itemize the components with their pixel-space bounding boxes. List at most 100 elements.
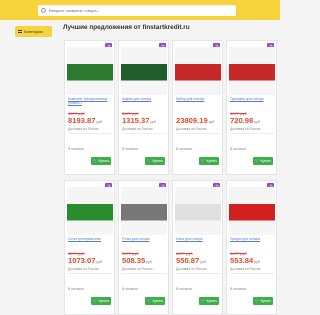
currency-label: руб (208, 120, 215, 124)
delivery-note: Доставка по России (230, 127, 261, 131)
buy-label: Купить (152, 299, 164, 303)
price-value: 553.84 (230, 256, 254, 265)
cart-icon: 🛒 (92, 158, 98, 163)
buy-button[interactable]: 🛒 Купить (91, 157, 111, 165)
product-name[interactable]: Сетка тренировочная (68, 237, 114, 242)
product-image[interactable] (229, 187, 275, 235)
product-card[interactable]: -% Комплект тренировочный (бизнес-) 3677… (64, 40, 115, 175)
search-box[interactable] (38, 5, 236, 16)
buy-button[interactable]: 🛒 Купить (199, 157, 219, 165)
product-name[interactable]: Коврик для гольфа (122, 97, 168, 102)
currency-label: руб (96, 120, 102, 124)
product-card[interactable]: -% Ручка для гольфа 3677 руб 508.35руб Д… (118, 180, 169, 315)
currency-label: руб (146, 260, 152, 264)
price-value: 720.98 (230, 116, 254, 125)
availability: В наличии (68, 287, 84, 291)
availability: В наличии (230, 287, 246, 291)
price-value: 508.35 (122, 256, 146, 265)
cart-icon: 🛒 (254, 158, 260, 163)
currency-label: руб (150, 120, 156, 124)
search-icon (41, 8, 46, 13)
product-image[interactable] (175, 47, 221, 95)
product-name[interactable]: Мячи для гольфа (176, 237, 222, 242)
buy-label: Купить (260, 299, 272, 303)
product-name[interactable]: Комплект тренировочный (бизнес-) (68, 97, 114, 106)
buy-button[interactable]: 🛒 Купить (145, 157, 165, 165)
cart-icon: 🛒 (92, 298, 98, 303)
menu-icon (18, 30, 22, 33)
product-price: 720.98руб (230, 116, 260, 125)
product-card[interactable]: -% Прицел для гольфа 3677 руб 553.84руб … (226, 180, 277, 315)
buy-button[interactable]: 🛒 Купить (253, 297, 273, 305)
product-image[interactable] (229, 47, 275, 95)
price-value: 1315.37 (122, 116, 150, 125)
product-price: 550.87руб (176, 256, 206, 265)
availability: В наличии (176, 287, 192, 291)
buy-label: Купить (98, 159, 110, 163)
price-value: 1073.07 (68, 256, 96, 265)
product-card[interactable]: -% Мячи для гольфа 3677 руб 550.87руб До… (172, 180, 223, 315)
top-bar (0, 0, 280, 20)
product-image[interactable] (121, 187, 167, 235)
product-price: 1073.07руб (68, 256, 102, 265)
buy-button[interactable]: 🛒 Купить (145, 297, 165, 305)
product-price: 1315.37руб (122, 116, 156, 125)
divider (230, 133, 274, 134)
currency-label: руб (96, 260, 102, 264)
product-price: 553.84руб (230, 256, 260, 265)
availability: В наличии (122, 287, 138, 291)
product-card[interactable]: -% Сетка тренировочная 3677 руб 1073.07р… (64, 180, 115, 315)
availability: В наличии (122, 147, 138, 151)
divider (230, 273, 274, 274)
currency-label: руб (200, 260, 206, 264)
product-name[interactable]: Ручка для гольфа (122, 237, 168, 242)
cart-icon: 🛒 (200, 158, 206, 163)
delivery-note: Доставка по России (122, 127, 153, 131)
buy-button[interactable]: 🛒 Купить (199, 297, 219, 305)
product-name[interactable]: Прицел для гольфа (230, 237, 276, 242)
divider (122, 273, 166, 274)
page-title: Лучшие предложения от finstartkredit.ru (63, 24, 190, 31)
catalog-button[interactable]: Категории (15, 26, 52, 37)
divider (68, 133, 112, 134)
product-price: 8193.87руб (68, 116, 102, 125)
product-card[interactable]: -% Набор для гольфа 23809.19руб Доставка… (172, 40, 223, 175)
product-image[interactable] (121, 47, 167, 95)
buy-button[interactable]: 🛒 Купить (253, 157, 273, 165)
cart-icon: 🛒 (146, 298, 152, 303)
delivery-note: Доставка по России (176, 127, 207, 131)
buy-label: Купить (260, 159, 272, 163)
availability: В наличии (176, 147, 192, 151)
delivery-note: Доставка по России (122, 267, 153, 271)
currency-label: руб (254, 120, 260, 124)
delivery-note: Доставка по России (230, 267, 261, 271)
currency-label: руб (254, 260, 260, 264)
buy-label: Купить (98, 299, 110, 303)
product-card[interactable]: -% Коврик для гольфа 3677 руб 1315.37руб… (118, 40, 169, 175)
product-price: 23809.19руб (176, 116, 214, 125)
price-value: 550.87 (176, 256, 200, 265)
product-name[interactable]: Тренажёр для гольфа (230, 97, 276, 102)
buy-label: Купить (152, 159, 164, 163)
product-name[interactable]: Набор для гольфа (176, 97, 222, 102)
delivery-note: Доставка по России (176, 267, 207, 271)
search-input[interactable] (49, 8, 219, 13)
product-image[interactable] (175, 187, 221, 235)
price-value: 23809.19 (176, 116, 208, 125)
divider (176, 133, 220, 134)
availability: В наличии (68, 147, 84, 151)
catalog-label: Категории (24, 29, 43, 34)
product-price: 508.35руб (122, 256, 152, 265)
cart-icon: 🛒 (200, 298, 206, 303)
delivery-note: Доставка по России (68, 267, 99, 271)
cart-icon: 🛒 (254, 298, 260, 303)
divider (68, 273, 112, 274)
product-image[interactable] (67, 47, 113, 95)
cart-icon: 🛒 (146, 158, 152, 163)
buy-label: Купить (206, 299, 218, 303)
product-image[interactable] (67, 187, 113, 235)
availability: В наличии (230, 147, 246, 151)
buy-button[interactable]: 🛒 Купить (91, 297, 111, 305)
product-card[interactable]: -% Тренажёр для гольфа 3677 руб 720.98ру… (226, 40, 277, 175)
divider (122, 133, 166, 134)
